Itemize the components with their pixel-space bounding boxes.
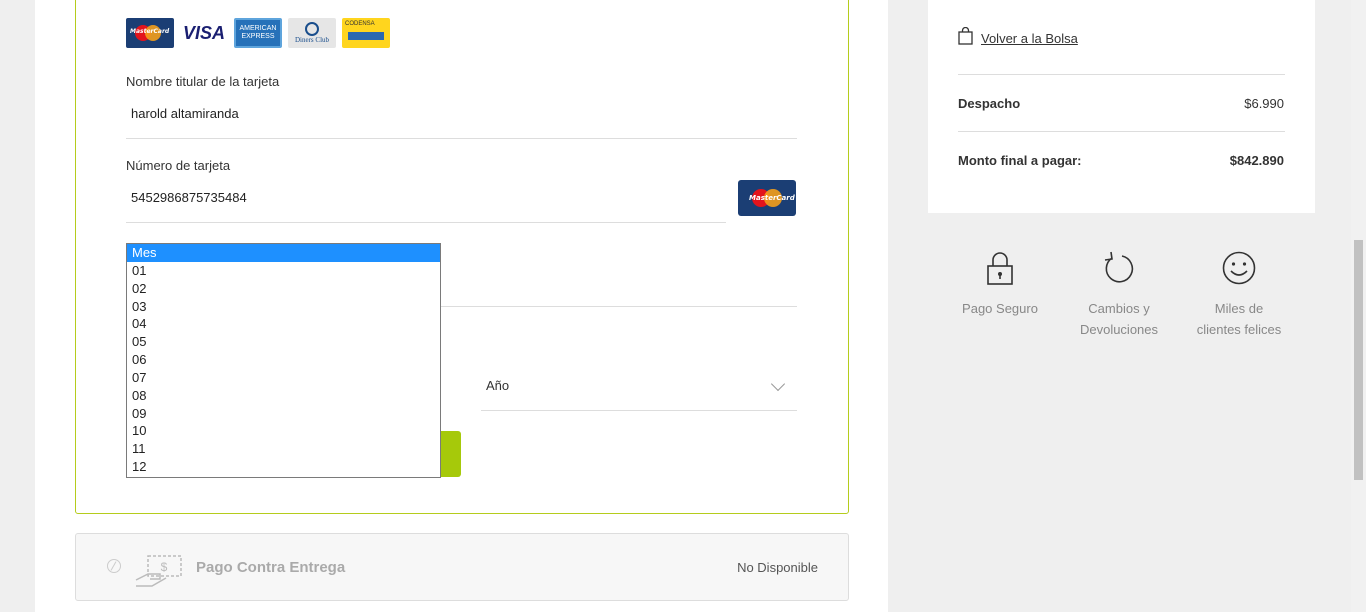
chevron-down-icon — [770, 376, 786, 392]
month-option[interactable]: Mes — [127, 244, 440, 262]
refresh-icon — [1059, 248, 1179, 288]
summary-divider — [958, 131, 1285, 132]
cash-on-delivery-title: Pago Contra Entrega — [196, 559, 346, 576]
visa-logo-text: VISA — [182, 22, 225, 43]
month-option[interactable]: 04 — [127, 315, 440, 333]
trust-label-line: Pago Seguro — [962, 301, 1038, 316]
diners-logo: Diners Club — [288, 18, 336, 48]
total-value: $842.890 — [1229, 153, 1284, 168]
month-option[interactable]: 02 — [127, 280, 440, 298]
mastercard-logo: MasterCard — [126, 18, 174, 48]
card-number-label: Número de tarjeta — [126, 158, 231, 173]
year-select[interactable]: Año — [481, 363, 797, 411]
visa-logo: VISA — [180, 18, 228, 48]
lock-icon — [940, 248, 1060, 288]
amex-logo-text: AMERICAN EXPRESS — [239, 25, 277, 40]
total-label: Monto final a pagar: — [958, 153, 1082, 168]
amex-logo: AMERICAN EXPRESS — [234, 18, 282, 48]
shopping-bag-icon — [958, 26, 973, 50]
cash-on-delivery-status: No Disponible — [737, 560, 818, 575]
back-to-bag-label: Volver a la Bolsa — [981, 31, 1078, 46]
trust-label-line: Miles de — [1214, 301, 1264, 316]
payment-logos: MasterCard VISA AMERICAN EXPRESS Diners … — [126, 18, 390, 48]
month-option[interactable]: 08 — [127, 387, 440, 405]
mastercard-logo-text: MasterCard — [130, 28, 170, 35]
holder-input[interactable]: harold altamiranda — [131, 106, 239, 121]
shipping-label: Despacho — [958, 96, 1021, 111]
card-number-underline — [126, 222, 726, 223]
trust-badge-secure: Pago Seguro — [940, 248, 1060, 319]
diners-logo-text: Diners Club — [294, 36, 330, 44]
detected-card-brand-text: MasterCard — [749, 194, 795, 202]
smiley-icon — [1179, 248, 1299, 288]
month-option[interactable]: 03 — [127, 298, 440, 316]
detected-card-brand-icon: MasterCard — [738, 180, 796, 216]
month-option[interactable]: 07 — [127, 369, 440, 387]
codensa-logo-text: CODENSA — [345, 21, 375, 27]
page-scrollbar[interactable] — [1351, 0, 1366, 612]
cash-hand-icon: $ — [134, 554, 184, 593]
year-select-value: Año — [486, 378, 510, 393]
month-option[interactable]: 11 — [127, 440, 440, 458]
codensa-logo: CODENSA — [342, 18, 390, 48]
card-number-input[interactable]: 5452986875735484 — [131, 190, 247, 205]
summary-divider — [958, 74, 1285, 75]
month-option[interactable]: 05 — [127, 333, 440, 351]
month-option[interactable]: 09 — [127, 405, 440, 423]
month-option[interactable]: 10 — [127, 422, 440, 440]
trust-label-line: Cambios y — [1088, 301, 1150, 316]
back-to-bag-link[interactable]: Volver a la Bolsa — [958, 26, 1078, 50]
trust-badge-customers: Miles de clientes felices — [1179, 248, 1299, 340]
holder-underline — [126, 138, 797, 139]
scrollbar-thumb[interactable] — [1354, 240, 1363, 480]
svg-text:$: $ — [161, 560, 168, 574]
cash-on-delivery-option: $ Pago Contra Entrega No Disponible — [75, 533, 849, 601]
holder-label: Nombre titular de la tarjeta — [126, 74, 280, 89]
month-option[interactable]: 06 — [127, 351, 440, 369]
month-dropdown-list[interactable]: Mes 01 02 03 04 05 06 07 08 09 10 11 12 — [126, 243, 441, 478]
month-option[interactable]: 12 — [127, 458, 440, 476]
month-option[interactable]: 01 — [127, 262, 440, 280]
disabled-radio-icon — [107, 559, 121, 573]
trust-badge-returns: Cambios y Devoluciones — [1059, 248, 1179, 340]
shipping-value: $6.990 — [1244, 96, 1284, 111]
trust-label-line: Devoluciones — [1079, 322, 1159, 337]
trust-label-line: clientes felices — [1196, 322, 1282, 337]
